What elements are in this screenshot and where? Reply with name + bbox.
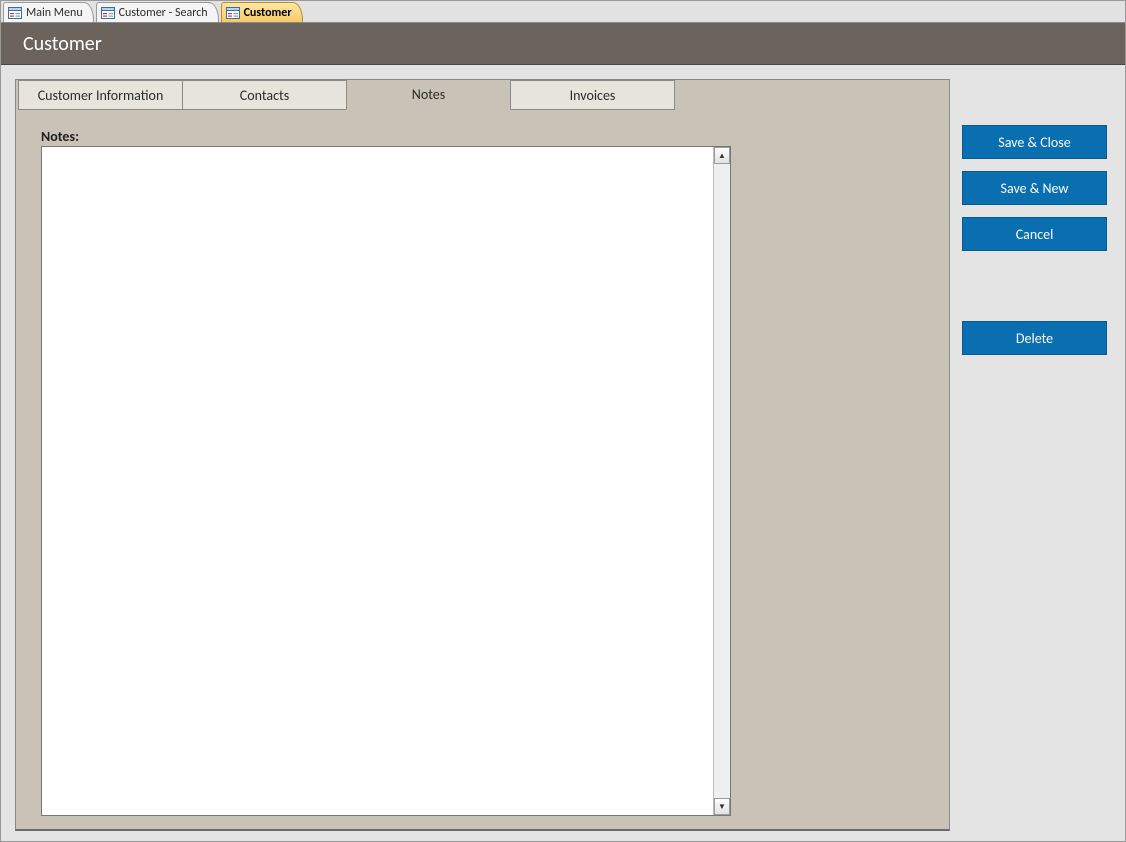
form-header: Customer [1,23,1125,65]
action-button-group: Save & Close Save & New Cancel Delete [962,125,1107,367]
inner-tab-label: Customer Information [38,87,164,104]
inner-tab-label: Invoices [570,87,616,104]
inner-tab-label: Notes [412,86,445,103]
scroll-up-button[interactable]: ▲ [714,147,730,164]
button-label: Save & New [1001,180,1069,197]
page-title: Customer [23,32,102,56]
doc-tab-label: Customer [244,6,292,20]
button-label: Delete [1016,330,1053,347]
tab-customer-information[interactable]: Customer Information [18,80,183,110]
triangle-down-icon: ▼ [718,802,726,812]
cancel-button[interactable]: Cancel [962,217,1107,251]
notes-scrollbar[interactable]: ▲ ▼ [713,147,730,815]
form-icon [226,7,240,19]
app-window: Main Menu Customer - Search Customer Cus… [0,0,1126,842]
notes-textarea[interactable] [42,147,713,815]
tab-contacts[interactable]: Contacts [182,80,347,110]
doc-tab-main-menu[interactable]: Main Menu [3,2,94,22]
form-icon [8,7,22,19]
notes-label: Notes: [41,128,79,145]
inner-tab-label: Contacts [240,87,289,104]
triangle-up-icon: ▲ [718,151,726,161]
form-icon [101,7,115,19]
delete-button[interactable]: Delete [962,321,1107,355]
inner-tab-strip: Customer Information Contacts Notes Invo… [16,80,949,110]
scroll-down-button[interactable]: ▼ [714,798,730,815]
tab-notes[interactable]: Notes [346,79,511,110]
doc-tab-label: Main Menu [26,6,83,20]
save-close-button[interactable]: Save & Close [962,125,1107,159]
scroll-track[interactable] [714,164,730,798]
button-label: Cancel [1016,226,1054,243]
button-label: Save & Close [998,134,1070,151]
doc-tab-label: Customer - Search [119,6,208,20]
form-panel: Customer Information Contacts Notes Invo… [15,79,950,831]
doc-tab-customer-search[interactable]: Customer - Search [96,2,219,22]
notes-field-container: ▲ ▼ [41,146,731,816]
content-area: Customer Information Contacts Notes Invo… [1,65,1125,841]
tab-invoices[interactable]: Invoices [510,80,675,110]
document-tab-strip: Main Menu Customer - Search Customer [1,1,1125,23]
doc-tab-customer[interactable]: Customer [221,2,303,22]
button-gap [962,263,1107,321]
save-new-button[interactable]: Save & New [962,171,1107,205]
